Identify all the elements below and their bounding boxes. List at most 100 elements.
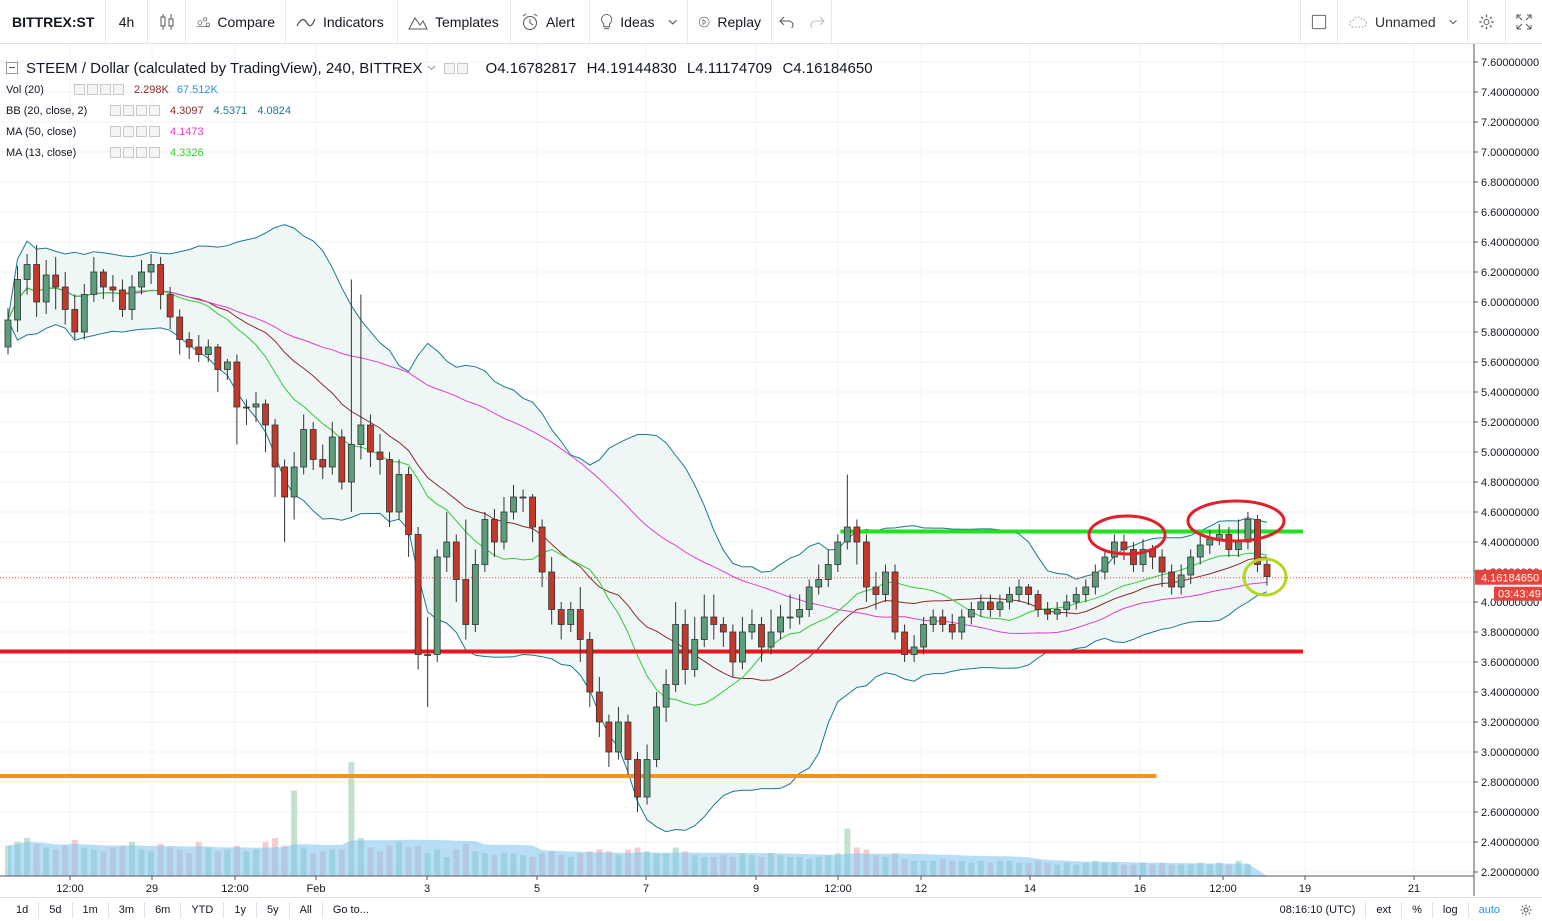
chart-area[interactable]: 7.60000000 7.40000000 7.20000000 7.00000000…	[0, 44, 1542, 896]
series-controls[interactable]	[443, 62, 468, 74]
compare-button[interactable]: Compare	[186, 0, 286, 44]
undo-icon	[779, 16, 794, 28]
range-button-5y[interactable]: 5y	[257, 898, 289, 921]
bollinger-controls[interactable]	[110, 105, 160, 116]
volume-controls[interactable]	[74, 84, 124, 95]
range-button-3m[interactable]: 3m	[109, 898, 144, 921]
chevron-down-icon	[1449, 19, 1457, 25]
chart-style-button[interactable]	[148, 0, 186, 44]
range-button-all[interactable]: All	[290, 898, 322, 921]
range-button-ytd[interactable]: YTD	[181, 898, 223, 921]
interval-button[interactable]: 4h	[106, 0, 148, 44]
candle-body	[586, 639, 594, 693]
time-tick-label: 21	[1408, 883, 1420, 895]
layout-name: Unnamed	[1374, 14, 1436, 30]
candle-body	[557, 609, 565, 625]
percent-scale-toggle[interactable]: %	[1402, 898, 1432, 921]
range-button-1y[interactable]: 1y	[224, 898, 256, 921]
fullscreen-toggle-button[interactable]	[1300, 0, 1338, 44]
candle-body	[729, 631, 737, 663]
ma13-controls[interactable]	[110, 147, 160, 158]
replay-label: Replay	[717, 13, 761, 30]
price-tick-label: 3.20000000	[1481, 717, 1539, 729]
goto-button[interactable]: Go to...	[323, 898, 379, 921]
ohlc-values: O4.16782817 H4.19144830 L4.11174709 C4.1…	[486, 60, 873, 77]
candle-body	[1187, 556, 1195, 576]
auto-scale-toggle[interactable]: auto	[1469, 898, 1510, 921]
layout-save-button[interactable]: Unnamed	[1338, 0, 1468, 44]
ideas-label: Ideas	[620, 13, 655, 30]
candle-body	[863, 541, 870, 588]
fullscreen-button[interactable]	[1506, 0, 1542, 44]
candle-body	[987, 601, 994, 610]
price-tick-label: 3.00000000	[1481, 747, 1539, 759]
ma50-value: 4.1473	[170, 125, 204, 138]
redo-icon	[810, 16, 825, 28]
candle-body	[128, 286, 136, 310]
extended-hours-toggle[interactable]: ext	[1366, 898, 1401, 921]
time-tick-label: Feb	[307, 883, 326, 895]
candle-body	[843, 526, 851, 543]
candle-body	[223, 361, 231, 370]
redo-button[interactable]	[802, 0, 832, 44]
price-chart[interactable]: 7.60000000 7.40000000 7.20000000 7.00000000…	[0, 44, 1542, 896]
ma13-value: 4.3326	[170, 146, 204, 159]
candle-body	[386, 459, 393, 513]
countdown-label: 03:43:49	[1498, 589, 1541, 601]
scale-settings-button[interactable]	[1510, 898, 1542, 921]
candle-body	[595, 691, 603, 723]
candle-body	[834, 541, 842, 565]
range-button-1m[interactable]: 1m	[73, 898, 108, 921]
candle-body	[872, 586, 880, 595]
candle-body	[510, 496, 517, 513]
undo-button[interactable]	[772, 0, 802, 44]
symbol-search[interactable]: BITTREX:ST	[0, 0, 106, 44]
candle-body	[700, 616, 708, 640]
ideas-button[interactable]: Ideas	[590, 0, 688, 44]
replay-button[interactable]: Replay	[688, 0, 772, 44]
ma50-controls[interactable]	[110, 126, 160, 137]
price-tick-label: 4.40000000	[1481, 537, 1539, 549]
volume-value-2: 67.512K	[176, 83, 218, 96]
candle-body	[1158, 556, 1166, 573]
gear-icon	[1479, 14, 1494, 30]
utc-clock[interactable]: 08:16:10 (UTC)	[1270, 898, 1366, 921]
candle-body	[739, 631, 746, 663]
candle-body	[1196, 544, 1204, 558]
settings-button[interactable]	[1468, 0, 1506, 44]
candle-body	[138, 271, 145, 288]
templates-button[interactable]: Templates	[398, 0, 511, 44]
candle-body	[166, 294, 174, 318]
candle-body	[491, 519, 498, 543]
time-tick-label: 12	[915, 883, 927, 895]
candle-body	[109, 286, 117, 291]
price-tick-label: 6.20000000	[1481, 267, 1539, 279]
collapse-legend-button[interactable]	[6, 62, 18, 74]
candle-body	[786, 616, 794, 619]
bollinger-lower: 4.0824	[257, 104, 291, 117]
candle-body	[481, 519, 489, 565]
bottom-toolbar: 1d 5d 1m 3m 6m YTD 1y 5y All Go to... 08:16:10 (…	[0, 897, 1542, 921]
candle-body	[1168, 571, 1176, 588]
candle-body	[405, 474, 412, 535]
candle-body	[615, 721, 622, 753]
candle-body	[1091, 571, 1099, 588]
templates-label: Templates	[435, 13, 499, 30]
eye-icon[interactable]	[443, 62, 455, 74]
log-scale-toggle[interactable]: log	[1433, 898, 1468, 921]
open-value: 4.16782817	[497, 59, 577, 77]
price-tick-label: 7.60000000	[1481, 57, 1539, 69]
gear-icon[interactable]	[456, 62, 468, 74]
alert-label: Alert	[546, 13, 575, 30]
range-button-6m[interactable]: 6m	[145, 898, 180, 921]
price-tick-label: 2.20000000	[1481, 867, 1539, 879]
candle-body	[748, 624, 756, 633]
indicators-button[interactable]: Indicators	[286, 0, 398, 44]
alert-button[interactable]: Alert	[511, 0, 590, 44]
range-button-1d[interactable]: 1d	[6, 898, 38, 921]
candle-body	[929, 616, 937, 625]
candle-body	[204, 346, 212, 355]
low-label: L	[686, 59, 696, 77]
time-tick-label: 9	[753, 883, 759, 895]
range-button-5d[interactable]: 5d	[39, 898, 71, 921]
